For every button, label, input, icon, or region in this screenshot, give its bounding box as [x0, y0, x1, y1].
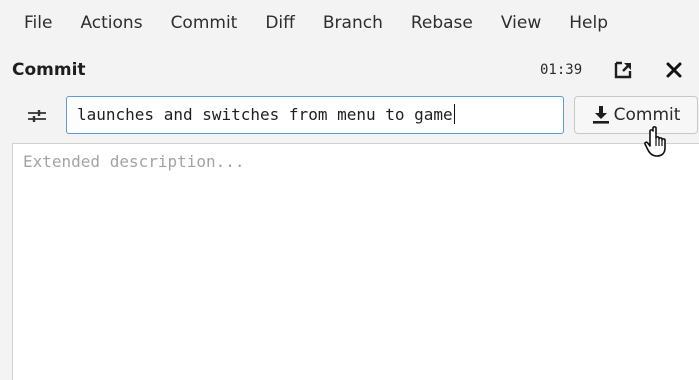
commit-toolbar: launches and switches from menu to game … — [0, 94, 699, 138]
commit-button[interactable]: Commit — [574, 96, 698, 134]
menu-branch[interactable]: Branch — [309, 0, 397, 46]
commit-button-label: Commit — [613, 105, 681, 125]
menu-help[interactable]: Help — [555, 0, 622, 46]
menu-diff[interactable]: Diff — [251, 0, 309, 46]
menu-view[interactable]: View — [487, 0, 555, 46]
menu-rebase[interactable]: Rebase — [397, 0, 487, 46]
commit-summary-input[interactable]: launches and switches from menu to game — [66, 96, 564, 134]
clock-readout: 01:39 — [540, 62, 583, 78]
commit-summary-text: launches and switches from menu to game — [77, 105, 453, 124]
download-arrow-icon — [592, 106, 609, 124]
extended-description-textarea[interactable]: Extended description... — [12, 143, 699, 380]
text-caret — [453, 104, 455, 124]
description-placeholder: Extended description... — [23, 152, 245, 171]
menu-actions[interactable]: Actions — [66, 0, 156, 46]
panel-gutter — [0, 143, 12, 380]
menu-file[interactable]: File — [12, 0, 66, 46]
commit-panel-header: Commit 01:39 — [0, 48, 699, 92]
close-icon[interactable] — [664, 60, 684, 80]
sliders-icon[interactable] — [26, 106, 48, 126]
menu-bar: File Actions Commit Diff Branch Rebase V… — [0, 0, 699, 46]
menu-commit[interactable]: Commit — [157, 0, 252, 46]
panel-title: Commit — [12, 60, 86, 80]
detach-window-icon[interactable] — [614, 60, 634, 80]
